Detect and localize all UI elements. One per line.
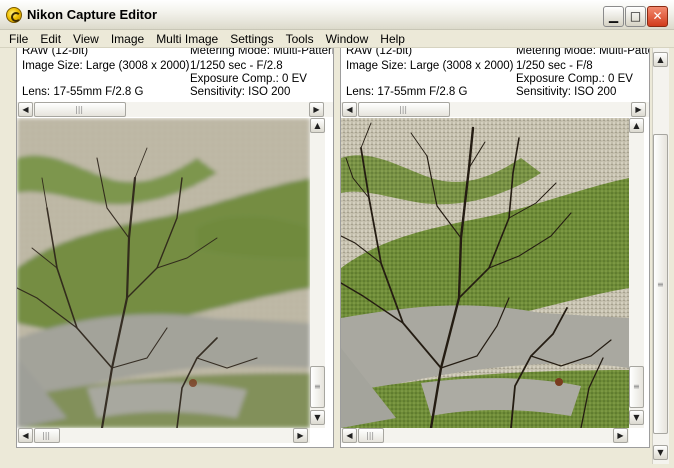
scroll-right-button[interactable]: ▶ (631, 102, 646, 117)
grip-icon: ≡ (633, 382, 640, 391)
info-metering: Metering Mode: Multi-Pattern (190, 48, 333, 57)
info-exp-comp: Exposure Comp.: 0 EV (190, 73, 307, 85)
image-info-panel: RAW (12-bit) Image Size: Large (3008 x 2… (341, 48, 649, 102)
grip-icon: ||| (42, 431, 51, 440)
scroll-down-button[interactable]: ▼ (629, 410, 644, 425)
info-exposure: 1/250 sec - F/8 (516, 60, 593, 72)
info-image-size: Image Size: Large (3008 x 2000) (22, 60, 190, 72)
photo-view-right[interactable] (341, 118, 629, 428)
scroll-up-button[interactable]: ▲ (653, 52, 668, 67)
maximize-button[interactable]: □ (625, 6, 646, 27)
scroll-thumb[interactable]: ||| (34, 428, 60, 443)
app-icon (6, 7, 22, 23)
grip-icon: ≡ (314, 382, 321, 391)
image-window-left[interactable]: RAW (12-bit) Image Size: Large (3008 x 2… (16, 48, 334, 448)
mdi-client-area: RAW (12-bit) Image Size: Large (3008 x 2… (4, 48, 652, 464)
scroll-right-button[interactable]: ▶ (309, 102, 324, 117)
scroll-thumb[interactable]: ||| (358, 102, 450, 117)
photo-vertical-scrollbar[interactable]: ▲ ≡ ▼ (310, 118, 325, 428)
grip-icon: ||| (75, 105, 84, 114)
info-raw: RAW (12-bit) (22, 48, 89, 57)
info-horizontal-scrollbar[interactable]: ◀ ||| ▶ (341, 102, 649, 117)
scroll-thumb[interactable]: ||| (34, 102, 126, 117)
info-horizontal-scrollbar[interactable]: ◀ ||| ▶ (17, 102, 333, 117)
photo-blurred (17, 118, 310, 428)
scroll-thumb[interactable]: ≡ (629, 366, 644, 408)
info-lens: Lens: 17-55mm F/2.8 G (22, 86, 144, 98)
photo-horizontal-scrollbar[interactable]: ◀ ||| ▶ (17, 428, 310, 443)
menu-tools[interactable]: Tools (280, 32, 320, 46)
photo-sharp (341, 118, 629, 428)
scroll-left-button[interactable]: ◀ (18, 428, 33, 443)
menu-file[interactable]: File (3, 32, 34, 46)
scroll-down-button[interactable]: ▼ (653, 445, 668, 460)
image-window-right[interactable]: RAW (12-bit) Image Size: Large (3008 x 2… (340, 48, 650, 448)
menu-multi-image[interactable]: Multi Image (150, 32, 224, 46)
image-info-panel: RAW (12-bit) Image Size: Large (3008 x 2… (17, 48, 333, 102)
info-exposure: 1/1250 sec - F/2.8 (190, 60, 283, 72)
menu-image[interactable]: Image (105, 32, 150, 46)
scroll-thumb[interactable]: ≡ (310, 366, 325, 408)
info-sensitivity: Sensitivity: ISO 200 (516, 86, 617, 98)
scroll-up-button[interactable]: ▲ (629, 118, 644, 133)
window-title: Nikon Capture Editor (27, 7, 158, 22)
photo-vertical-scrollbar[interactable]: ▲ ≡ ▼ (629, 118, 644, 428)
scroll-right-button[interactable]: ▶ (613, 428, 628, 443)
title-bar[interactable]: Nikon Capture Editor ▁ □ ✕ (0, 0, 674, 30)
minimize-button[interactable]: ▁ (603, 6, 624, 27)
scroll-thumb[interactable]: ||| (358, 428, 384, 443)
scroll-left-button[interactable]: ◀ (18, 102, 33, 117)
scroll-right-button[interactable]: ▶ (293, 428, 308, 443)
menu-settings[interactable]: Settings (224, 32, 279, 46)
info-raw: RAW (12-bit) (346, 48, 413, 57)
scroll-up-button[interactable]: ▲ (310, 118, 325, 133)
info-metering: Metering Mode: Multi-Pattern (516, 48, 649, 57)
scroll-thumb[interactable]: ≡ (653, 134, 668, 434)
info-image-size: Image Size: Large (3008 x 2000) (346, 60, 514, 72)
menu-window[interactable]: Window (320, 32, 375, 46)
menu-view[interactable]: View (67, 32, 105, 46)
close-button[interactable]: ✕ (647, 6, 668, 27)
scroll-left-button[interactable]: ◀ (342, 428, 357, 443)
info-sensitivity: Sensitivity: ISO 200 (190, 86, 291, 98)
photo-horizontal-scrollbar[interactable]: ◀ ||| ▶ (341, 428, 629, 443)
scroll-down-button[interactable]: ▼ (310, 410, 325, 425)
grip-icon: ≡ (657, 280, 664, 289)
info-lens: Lens: 17-55mm F/2.8 G (346, 86, 468, 98)
grip-icon: ||| (366, 431, 375, 440)
menu-bar: File Edit View Image Multi Image Setting… (0, 30, 674, 48)
info-exp-comp: Exposure Comp.: 0 EV (516, 73, 633, 85)
menu-edit[interactable]: Edit (34, 32, 67, 46)
scroll-left-button[interactable]: ◀ (342, 102, 357, 117)
main-vertical-scrollbar[interactable]: ▲ ≡ ▼ (652, 48, 669, 464)
photo-view-left[interactable] (17, 118, 310, 428)
grip-icon: ||| (399, 105, 408, 114)
menu-help[interactable]: Help (374, 32, 411, 46)
